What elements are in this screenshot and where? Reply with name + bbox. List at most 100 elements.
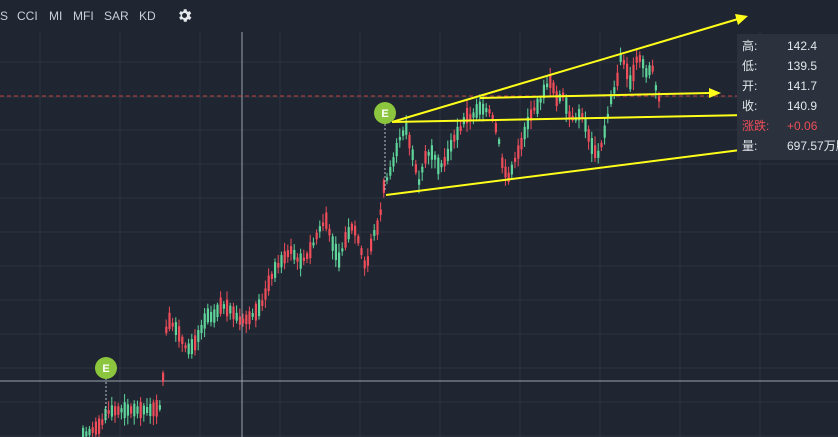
candlestick: [360, 248, 363, 256]
candlestick: [549, 74, 552, 88]
candlestick: [363, 260, 366, 269]
candlestick: [437, 157, 440, 175]
candlestick: [491, 114, 494, 120]
candlestick: [485, 108, 488, 113]
candlestick: [267, 275, 270, 292]
info-row-close: 收: 140.9: [737, 97, 838, 115]
candlestick: [587, 129, 590, 142]
candlestick: [482, 103, 485, 115]
candlestick: [408, 134, 411, 149]
candlestick: [344, 232, 347, 248]
candlestick: [379, 209, 382, 215]
candlestick: [350, 223, 353, 231]
candlestick: [146, 406, 149, 414]
candlestick: [648, 65, 651, 76]
candlestick: [213, 309, 216, 323]
candlestick: [370, 238, 373, 252]
candlestick: [565, 97, 568, 114]
candlestick: [174, 322, 177, 336]
candlestick: [539, 98, 542, 103]
tab-indicator-mi[interactable]: MI: [49, 9, 62, 23]
info-label-volume: 量:: [742, 139, 758, 153]
candlestick: [632, 64, 635, 82]
candlestick: [318, 226, 321, 232]
candlestick: [389, 167, 392, 176]
candlestick: [421, 166, 424, 173]
candlestick: [411, 149, 414, 161]
candlestick: [357, 236, 360, 244]
candlestick: [533, 107, 536, 111]
candlestick: [149, 403, 152, 417]
candlestick: [494, 123, 497, 133]
candlestick: [398, 136, 401, 141]
candlestick: [312, 242, 315, 246]
info-label-close: 收:: [742, 99, 758, 113]
candlestick: [629, 75, 632, 90]
candlestick: [613, 87, 616, 94]
candlestick: [152, 402, 155, 417]
info-row-volume: 量: 697.57万股: [737, 137, 838, 155]
candlestick: [590, 138, 593, 154]
info-label-change: 涨跌:: [742, 119, 770, 133]
tab-indicator-s[interactable]: S: [0, 9, 8, 23]
candlestick: [203, 313, 206, 329]
candlestick: [235, 312, 238, 321]
candlestick: [520, 137, 523, 150]
candlestick: [197, 330, 200, 342]
candlestick: [635, 56, 638, 63]
candlestick: [622, 59, 625, 65]
candlestick: [610, 95, 613, 105]
info-row-high: 高: 142.4: [737, 37, 838, 55]
info-label-low: 低:: [742, 59, 758, 73]
tab-indicator-cci[interactable]: CCI: [17, 9, 38, 23]
candlestick: [386, 177, 389, 181]
candlestick: [488, 109, 491, 114]
price-chart[interactable]: EE: [0, 0, 838, 437]
info-value-open: 141.7: [787, 79, 818, 93]
info-row-low: 低: 139.5: [737, 57, 838, 75]
candlestick: [158, 405, 161, 410]
candlestick: [642, 59, 645, 69]
tab-indicator-sar[interactable]: SAR: [104, 9, 129, 23]
candlestick: [302, 257, 305, 262]
candlestick: [328, 228, 331, 236]
candlestick: [341, 248, 344, 252]
info-label-high: 高:: [742, 39, 758, 53]
candlestick: [434, 154, 437, 160]
candlestick: [178, 326, 181, 342]
candlestick: [206, 308, 209, 323]
candlestick: [181, 336, 184, 345]
candlestick: [325, 212, 328, 229]
info-value-change: +0.06: [787, 119, 818, 133]
candlestick: [594, 145, 597, 159]
candlestick: [114, 406, 117, 416]
candlestick: [82, 427, 85, 437]
candlestick: [504, 166, 507, 178]
candlestick: [322, 222, 325, 227]
candlestick: [309, 242, 312, 259]
gear-icon[interactable]: [176, 7, 193, 24]
candlestick: [443, 156, 446, 167]
candlestick: [258, 299, 261, 317]
candlestick: [162, 372, 165, 382]
candlestick: [293, 249, 296, 260]
candlestick: [242, 318, 245, 324]
candlestick: [126, 404, 129, 416]
tab-indicator-mfi[interactable]: MFI: [73, 9, 94, 23]
candlestick: [251, 313, 254, 317]
candlestick: [133, 403, 136, 417]
earnings-marker-label: E: [381, 108, 388, 120]
candlestick: [501, 157, 504, 168]
candlestick: [405, 122, 408, 135]
candlestick: [187, 343, 190, 355]
candlestick: [283, 251, 286, 264]
candlestick: [280, 255, 283, 268]
candlestick: [216, 304, 219, 318]
candlestick: [101, 419, 104, 425]
candlestick: [190, 339, 193, 355]
candlestick: [402, 130, 405, 136]
candlestick: [165, 326, 168, 334]
candlestick: [616, 72, 619, 86]
tab-indicator-kd[interactable]: KD: [139, 9, 156, 23]
candlestick: [376, 220, 379, 235]
